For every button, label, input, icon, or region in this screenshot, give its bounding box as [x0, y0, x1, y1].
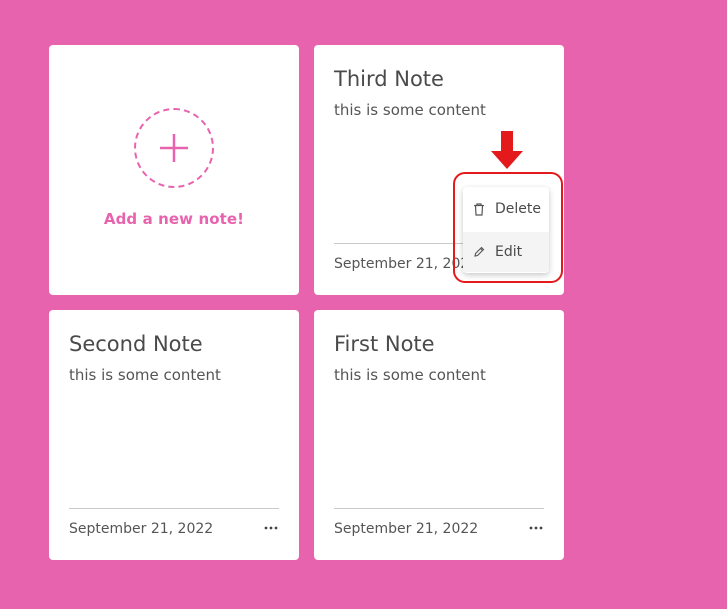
note-title: First Note — [334, 332, 435, 356]
divider — [334, 508, 544, 509]
ellipsis-icon — [529, 526, 543, 530]
pencil-icon — [474, 246, 485, 257]
note-date: September 21, 2022 — [334, 256, 479, 272]
note-content: this is some content — [334, 101, 486, 119]
down-arrow-icon — [491, 131, 523, 169]
more-options-button[interactable] — [524, 515, 548, 539]
menu-item-label: Edit — [495, 244, 523, 260]
note-card: Second Note this is some content Septemb… — [49, 310, 299, 560]
ellipsis-icon — [264, 526, 278, 530]
note-date: September 21, 2022 — [69, 521, 214, 537]
add-note-button[interactable] — [134, 108, 214, 188]
menu-item-delete[interactable]: Delete — [463, 189, 549, 229]
menu-item-label: Delete — [495, 201, 541, 217]
note-date: September 21, 2022 — [334, 521, 479, 537]
add-note-label[interactable]: Add a new note! — [49, 210, 299, 228]
trash-icon — [474, 203, 484, 216]
more-options-button[interactable] — [259, 515, 283, 539]
plus-icon — [160, 134, 188, 162]
note-content: this is some content — [69, 366, 221, 384]
note-content: this is some content — [334, 366, 486, 384]
menu-item-edit[interactable]: Edit — [463, 232, 549, 272]
note-options-menu: Delete Edit — [463, 187, 549, 273]
note-title: Second Note — [69, 332, 203, 356]
note-title: Third Note — [334, 67, 444, 91]
add-note-card[interactable]: Add a new note! — [49, 45, 299, 295]
divider — [69, 508, 279, 509]
note-card: First Note this is some content Septembe… — [314, 310, 564, 560]
